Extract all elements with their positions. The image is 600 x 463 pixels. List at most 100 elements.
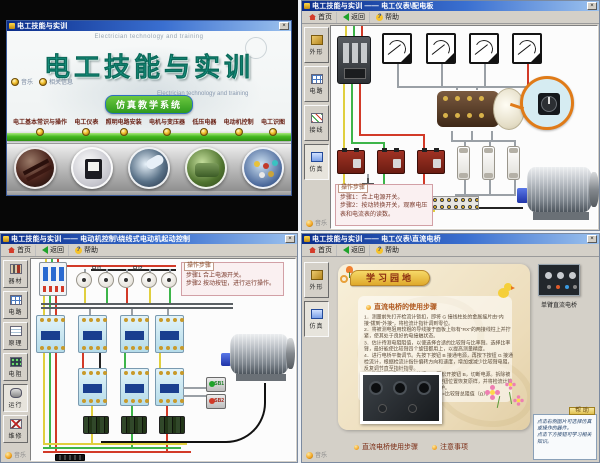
- title-bar[interactable]: 电工技能与实训 —— 电工仪表\配电板 ×: [302, 1, 599, 11]
- help-button[interactable]: ?帮助: [372, 245, 403, 256]
- motor-end-cap: [589, 172, 599, 207]
- photo-band: [7, 143, 291, 191]
- current-transformer-1[interactable]: [337, 150, 365, 174]
- info-button[interactable]: 相关信息: [39, 77, 73, 86]
- motor-fins: [527, 167, 593, 211]
- contactor[interactable]: [36, 315, 65, 353]
- music-toggle[interactable]: [306, 452, 313, 459]
- help-note-text: 点击右侧图片可选择仿真或操作的器件。 点击下方按钮可学习相关知识。: [537, 418, 595, 445]
- link-precautions[interactable]: 注意事项: [432, 442, 468, 452]
- sidebar-simulation[interactable]: 仿真: [304, 144, 329, 180]
- motor-body: [527, 167, 593, 211]
- panel-meter-3[interactable]: [469, 33, 499, 64]
- fuse-2[interactable]: [482, 146, 495, 180]
- close-button[interactable]: ×: [587, 2, 597, 10]
- circuit-breaker[interactable]: [337, 36, 371, 84]
- monitor-icon: [311, 309, 323, 319]
- back-button[interactable]: 返回: [339, 12, 370, 23]
- link-usage-steps[interactable]: 直流电桥使用步骤: [354, 442, 418, 452]
- device-thumbnail[interactable]: [538, 264, 580, 296]
- back-button[interactable]: 返回: [38, 245, 69, 256]
- contactor[interactable]: [155, 315, 184, 353]
- contactor-terminals: [82, 346, 86, 350]
- menu-item-lighting[interactable]: 照明电路安装: [106, 117, 142, 136]
- terminal-strip[interactable]: [431, 196, 479, 210]
- current-transformer-2[interactable]: [377, 150, 405, 174]
- contactor-terminals: [159, 318, 163, 322]
- sidebar-equipment[interactable]: 器材: [3, 260, 28, 288]
- menu-ball-icon[interactable]: [82, 128, 90, 136]
- terminal-connector: [55, 454, 85, 461]
- menu-item-machines[interactable]: 电机与变压器: [149, 117, 185, 136]
- music-toggle-button[interactable]: 音乐: [11, 77, 33, 86]
- menu-item-motor-control[interactable]: 电动机控制: [224, 117, 254, 136]
- sidebar-resistor[interactable]: 电阻: [3, 353, 28, 381]
- rotary-knob-zoom[interactable]: [538, 93, 560, 115]
- title-bar[interactable]: 电工技能与实训 —— 电工仪表\直流电桥 ×: [302, 234, 599, 244]
- subtitle-badge: 仿真教学系统: [105, 95, 193, 114]
- menu-ball-icon[interactable]: [120, 128, 128, 136]
- wound-rotor-motor[interactable]: [221, 331, 295, 383]
- contactor[interactable]: [78, 315, 107, 353]
- menu-ball-icon[interactable]: [200, 128, 208, 136]
- fuse-round-3[interactable]: [118, 272, 134, 288]
- sidebar-circuit[interactable]: 电路: [304, 66, 329, 102]
- wire: [359, 84, 361, 134]
- current-transformer-3[interactable]: [417, 150, 445, 174]
- panel-meter-1[interactable]: [382, 33, 412, 64]
- menu-item-lv-apparatus[interactable]: 低压电器: [192, 117, 216, 136]
- music-toggle[interactable]: [5, 452, 12, 459]
- wiring-icon: [311, 113, 323, 123]
- wire: [43, 447, 181, 449]
- fuse-round-2[interactable]: [98, 272, 114, 288]
- sidebar-repair[interactable]: 维修: [3, 415, 28, 443]
- help-button[interactable]: ?帮助: [71, 245, 102, 256]
- fuse-round-5[interactable]: [161, 272, 177, 288]
- fuse-round-4[interactable]: [141, 272, 157, 288]
- close-button[interactable]: ×: [285, 235, 295, 243]
- contactor[interactable]: [120, 315, 149, 353]
- credits-line: 研制：大连海事大学信息工程学院信息教育技术研究所 出版：高等教育出版社 高等教育…: [7, 193, 291, 195]
- transfer-switch[interactable]: [437, 87, 533, 131]
- menu-ball-icon[interactable]: [163, 128, 171, 136]
- menu-item-basics[interactable]: 电工基本常识与操作: [13, 117, 67, 136]
- panel-meter-4[interactable]: [512, 33, 542, 64]
- help-button[interactable]: ?帮助: [372, 12, 403, 23]
- contactor-terminals: [124, 318, 128, 322]
- back-button[interactable]: 返回: [339, 245, 370, 256]
- sidebar-principle[interactable]: 原理: [3, 322, 28, 350]
- sidebar-appearance[interactable]: 外形: [304, 262, 329, 298]
- stop-button[interactable]: SB2: [206, 394, 226, 409]
- menu-ball-icon[interactable]: [269, 128, 277, 136]
- close-button[interactable]: ×: [279, 22, 289, 30]
- home-button[interactable]: 首页: [305, 245, 337, 256]
- fuse-round-1[interactable]: [76, 272, 92, 288]
- help-note-tab[interactable]: 帮 助: [569, 407, 595, 415]
- motor[interactable]: [517, 164, 599, 222]
- content-heading: 直流电桥的使用步骤: [374, 302, 437, 312]
- home-button[interactable]: 首页: [305, 12, 337, 23]
- motor-body: [230, 334, 289, 374]
- sidebar-simulation[interactable]: 仿真: [304, 301, 329, 337]
- sidebar-wiring[interactable]: 接线: [304, 105, 329, 141]
- close-button[interactable]: ×: [587, 235, 597, 243]
- title-bar[interactable]: 电工技能与实训 ×: [7, 21, 291, 31]
- circuit-breaker[interactable]: [39, 262, 67, 296]
- music-toggle[interactable]: [306, 220, 313, 227]
- menu-item-meters[interactable]: 电工仪表: [74, 117, 98, 136]
- contactor-terminals: [40, 318, 44, 322]
- menu-ball-icon[interactable]: [36, 128, 44, 136]
- menu-ball-icon[interactable]: [235, 128, 243, 136]
- sidebar-run[interactable]: 运行: [3, 384, 28, 412]
- menu-item-drawings[interactable]: 电工识图: [261, 117, 285, 136]
- sidebar-appearance[interactable]: 外形: [304, 27, 329, 63]
- window-title: 电工技能与实训: [17, 21, 67, 31]
- sidebar-circuit[interactable]: 电路: [3, 291, 28, 319]
- fuse-1[interactable]: [457, 146, 470, 180]
- home-button[interactable]: 首页: [4, 245, 36, 256]
- app-icon: [9, 23, 15, 29]
- motor-fins: [230, 334, 289, 374]
- components-graphic: [254, 161, 260, 167]
- title-bar[interactable]: 电工技能与实训 —— 电动机控制\绕线式电动机起动控制 ×: [1, 234, 297, 244]
- panel-meter-2[interactable]: [426, 33, 456, 64]
